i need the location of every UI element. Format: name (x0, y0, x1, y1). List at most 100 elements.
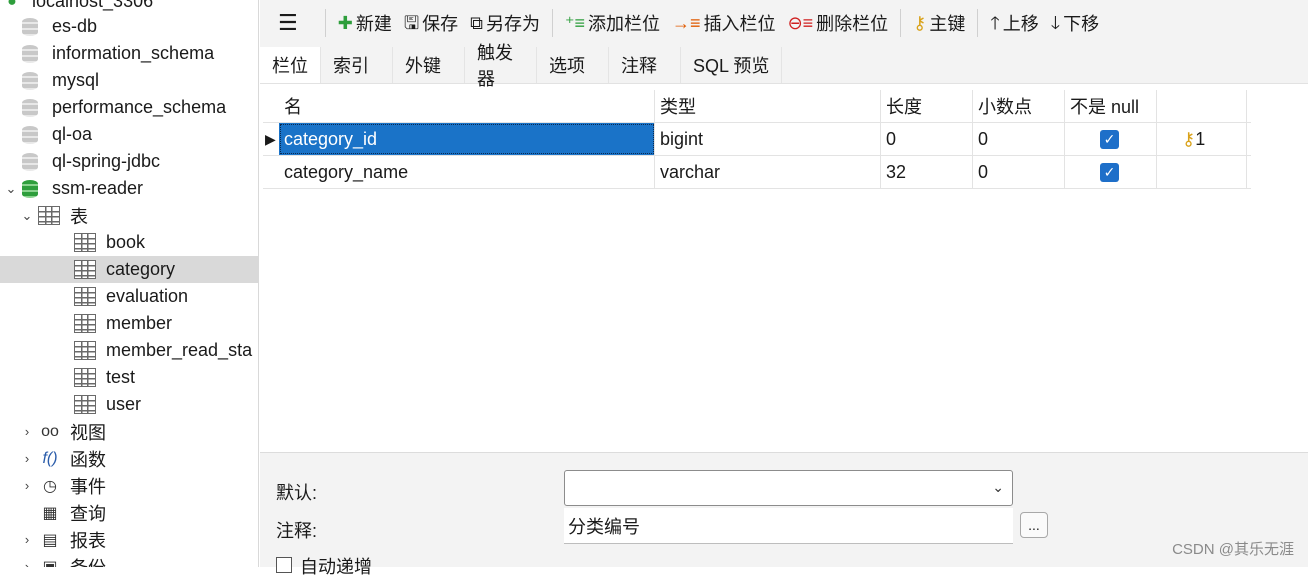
tree-table-user[interactable]: user (0, 391, 258, 418)
tree-table-member-read-state[interactable]: member_read_sta (0, 337, 258, 364)
tree-label: evaluation (106, 286, 189, 306)
tree-label: ql-spring-jdbc (52, 151, 161, 171)
tree-folder-events[interactable]: › ◷ 事件 (0, 472, 258, 499)
tab-indexes[interactable]: 索引 (321, 47, 393, 83)
chevron-down-icon[interactable]: ⌄ (0, 181, 22, 197)
tree-db-es-db[interactable]: es-db (0, 13, 258, 40)
save-as-icon: ⧉ (470, 13, 484, 33)
move-up-label: 上移 (1002, 14, 1039, 34)
chevron-right-icon[interactable]: › (16, 559, 38, 567)
tree-db-ql-oa[interactable]: ql-oa (0, 121, 258, 148)
tree-db-information-schema[interactable]: information_schema (0, 40, 258, 67)
not-null-cell[interactable]: ✓ (1065, 156, 1157, 188)
move-down-button[interactable]: 🡓 下移 (1045, 6, 1105, 40)
new-label: 新建 (355, 14, 392, 34)
field-length-cell[interactable]: 32 (881, 156, 973, 188)
table-row[interactable]: ▶ category_id bigint 0 0 ✓ ⚷ 1 (263, 123, 1251, 156)
field-decimals-cell[interactable]: 0 (973, 123, 1065, 155)
add-field-icon: ⁺≡ (565, 13, 586, 33)
new-button[interactable]: ✚ 新建 (332, 6, 398, 40)
database-icon (22, 125, 38, 145)
not-null-checkbox[interactable]: ✓ (1100, 162, 1119, 182)
tree-db-ql-spring-jdbc[interactable]: ql-spring-jdbc (0, 148, 258, 175)
designer-tabs: 栏位 索引 外键 触发器 选项 注释 SQL 预览 (260, 43, 1308, 89)
tree-table-test[interactable]: test (0, 364, 258, 391)
chevron-right-icon[interactable]: › (16, 424, 38, 439)
insert-field-icon: →≡ (672, 13, 701, 33)
database-icon (22, 152, 38, 172)
chevron-right-icon[interactable]: › (16, 478, 38, 493)
save-label: 保存 (422, 14, 459, 34)
tab-foreign-keys[interactable]: 外键 (393, 47, 465, 83)
header-decimals[interactable]: 小数点 (973, 90, 1065, 122)
tree-table-book[interactable]: book (0, 229, 258, 256)
primary-key-cell[interactable]: ⚷ 1 (1157, 123, 1247, 155)
tree-label: 函数 (70, 449, 106, 470)
field-length-cell[interactable]: 0 (881, 123, 973, 155)
tab-sql-preview[interactable]: SQL 预览 (681, 47, 783, 83)
save-as-button[interactable]: ⧉ 另存为 (464, 6, 546, 40)
tree-db-mysql[interactable]: mysql (0, 67, 258, 94)
tree-folder-queries[interactable]: ▦ 查询 (0, 499, 258, 526)
field-decimals-cell[interactable]: 0 (973, 156, 1065, 188)
chevron-right-icon[interactable]: › (16, 451, 38, 466)
tree-label: 查询 (70, 503, 106, 524)
default-select[interactable]: ⌄ (564, 470, 1013, 506)
table-icon (74, 341, 96, 360)
chevron-down-icon[interactable]: ⌄ (16, 208, 38, 224)
header-not-null[interactable]: 不是 null (1065, 90, 1157, 122)
tree-folder-functions[interactable]: › f() 函数 (0, 445, 258, 472)
header-name[interactable]: 名 (279, 90, 655, 122)
tree-folder-tables[interactable]: ⌄ 表 (0, 202, 258, 229)
auto-increment-checkbox[interactable] (276, 557, 292, 573)
not-null-cell[interactable]: ✓ (1065, 123, 1157, 155)
add-field-button[interactable]: ⁺≡ 添加栏位 (559, 6, 666, 40)
header-type[interactable]: 类型 (655, 90, 881, 122)
tab-triggers[interactable]: 触发器 (465, 43, 537, 89)
delete-field-button[interactable]: ⊖≡ 删除栏位 (782, 6, 895, 40)
arrow-up-icon: 🡑 (990, 13, 1000, 33)
insert-field-button[interactable]: →≡ 插入栏位 (666, 6, 782, 40)
tree-folder-views[interactable]: › oo 视图 (0, 418, 258, 445)
tree-folder-reports[interactable]: › ▤ 报表 (0, 526, 258, 553)
field-type-cell[interactable]: bigint (655, 123, 881, 155)
tree-table-evaluation[interactable]: evaluation (0, 283, 258, 310)
designer-toolbar: ☰ ✚ 新建 🖫 保存 ⧉ 另存为 ⁺≡ 添加栏位 →≡ 插入栏位 ⊖≡ 删除栏… (260, 0, 1308, 46)
function-icon: f() (42, 449, 58, 467)
row-marker-header (263, 90, 279, 122)
field-name-cell[interactable]: category_name (279, 156, 655, 188)
move-up-button[interactable]: 🡑 上移 (984, 6, 1044, 40)
tree-table-member[interactable]: member (0, 310, 258, 337)
table-icon (74, 260, 96, 279)
tree-label: user (106, 394, 142, 414)
primary-key-button[interactable]: ⚷ 主键 (907, 6, 971, 40)
tree-db-ssm-reader[interactable]: ⌄ ssm-reader (0, 175, 258, 202)
comment-input[interactable]: 分类编号 (564, 508, 1013, 544)
not-null-checkbox[interactable]: ✓ (1100, 129, 1119, 149)
save-icon: 🖫 (403, 13, 420, 33)
tree-label: member_read_sta (106, 340, 253, 360)
tab-comment[interactable]: 注释 (609, 47, 681, 83)
header-length[interactable]: 长度 (881, 90, 973, 122)
table-row[interactable]: category_name varchar 32 0 ✓ (263, 156, 1251, 189)
database-icon (22, 98, 38, 118)
primary-key-cell[interactable] (1157, 156, 1247, 188)
database-icon (22, 17, 38, 37)
tab-fields[interactable]: 栏位 (260, 47, 321, 83)
menu-button[interactable]: ☰ (260, 6, 319, 40)
tree-label: member (106, 313, 173, 333)
comment-ellipsis-button[interactable]: ... (1020, 512, 1048, 538)
tree-table-category[interactable]: category (0, 256, 258, 283)
chevron-right-icon[interactable]: › (16, 532, 38, 547)
database-icon (22, 44, 38, 64)
save-button[interactable]: 🖫 保存 (398, 6, 464, 40)
table-icon (74, 233, 96, 252)
tree-label: 视图 (70, 422, 106, 443)
tab-options[interactable]: 选项 (537, 47, 609, 83)
field-name-cell[interactable]: category_id (279, 123, 655, 155)
field-type-cell[interactable]: varchar (655, 156, 881, 188)
tree-db-performance-schema[interactable]: performance_schema (0, 94, 258, 121)
chevron-down-icon[interactable]: ⌄ (992, 479, 1004, 496)
hamburger-icon: ☰ (278, 10, 298, 35)
tree-folder-backups[interactable]: › ▣ 备份 (0, 553, 258, 568)
